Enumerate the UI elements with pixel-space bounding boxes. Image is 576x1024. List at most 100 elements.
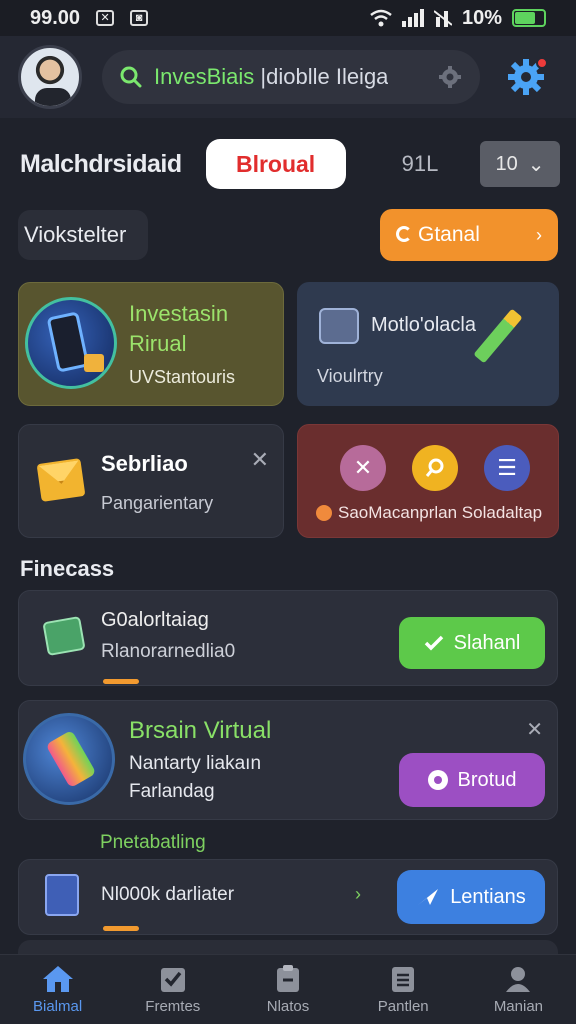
checklist-icon — [160, 968, 185, 992]
title-row: Malchdrsidaid Blroual 91L 10 ⌄ — [20, 138, 560, 190]
page-title: Malchdrsidaid — [20, 149, 182, 178]
search-input[interactable]: InvesBiais |dioblle Ileiga — [154, 64, 388, 90]
nav-item-checklist[interactable]: Fremtes — [115, 955, 230, 1024]
action-row: Viokstelter Gtanal › — [18, 209, 558, 261]
card-d-caption: SaoMacanprlan Soladaltap — [316, 503, 542, 523]
bottom-nav: Bialmal Fremtes Nlatos Pantlen Manian — [0, 954, 576, 1024]
nav-item-home[interactable]: Bialmal — [0, 955, 115, 1024]
section-title: Finecass — [20, 556, 115, 581]
document-icon — [392, 967, 415, 992]
nav-label: Manian — [493, 998, 544, 1015]
person-icon — [506, 967, 531, 992]
select-value: 10 — [495, 152, 518, 175]
chevron-right-icon: › — [536, 224, 542, 245]
card-a-title-line2: Rirual — [129, 331, 187, 356]
card-d-caption-text: SaoMacanprlan Soladaltap — [338, 503, 543, 522]
nav-item-tasks[interactable]: Nlatos — [230, 955, 345, 1024]
list-item-line3: Farlandag — [129, 781, 215, 802]
card-a-title: Investasin Rirual — [129, 299, 228, 359]
location-pin-icon — [427, 770, 448, 790]
list-item[interactable]: G0alorltaiag Rlanorarnedlia0 Slahanl — [18, 590, 558, 686]
list-item[interactable]: Nl000k darliater › Lentians — [18, 859, 558, 935]
chevron-right-icon[interactable]: › — [355, 884, 361, 905]
filter-pill[interactable]: Blroual — [205, 139, 346, 189]
search-text-rest: |dioblle Ileiga — [254, 64, 389, 89]
list-item-subtitle: Rlanorarnedlia0 — [101, 641, 236, 662]
pencil-icon — [473, 308, 523, 364]
nav-item-profile[interactable]: Manian — [461, 955, 576, 1024]
page-size-select[interactable]: 10 ⌄ — [480, 141, 560, 187]
battery-percent: 10% — [461, 6, 502, 29]
confirm-button-label: Slahanl — [453, 631, 521, 654]
signal-off-icon — [433, 10, 452, 27]
list-item-title: Brsain Virtual — [129, 717, 272, 744]
subsection-title: Pnetabatling — [100, 832, 206, 853]
envelope-icon — [36, 458, 86, 502]
nav-label: Bialmal — [33, 998, 83, 1015]
category-chip[interactable]: Viokstelter — [18, 210, 149, 260]
magnifier-icon — [425, 458, 444, 477]
nav-label: Fremtes — [145, 998, 201, 1015]
card-b-title: Motlo'olacla — [371, 314, 476, 336]
gallery-icon: ◙ — [130, 10, 149, 26]
notification-icon: ✕ — [96, 10, 115, 26]
chevron-down-icon: ⌄ — [527, 153, 545, 176]
image-edit-icon — [319, 308, 359, 344]
app-header: InvesBiais |dioblle Ileiga — [0, 36, 576, 118]
orange-action-button[interactable]: Gtanal › — [380, 209, 558, 261]
cancel-action-button[interactable]: ✕ — [340, 445, 386, 491]
progress-indicator — [103, 679, 139, 684]
search-bar[interactable]: InvesBiais |dioblle Ileiga — [102, 50, 480, 104]
send-button-label: Lentians — [450, 885, 526, 908]
category-chip-label: Viokstelter — [24, 222, 127, 247]
phone-icon — [25, 297, 117, 389]
card-c-subtitle: Pangarientary — [101, 493, 214, 513]
search-action-button[interactable] — [412, 445, 458, 491]
card-sebrliao[interactable]: Sebrliao Pangarientary ✕ — [18, 424, 284, 538]
list-item-title: G0alorltaiag — [101, 609, 209, 631]
list-item-title: Nl000k darliater — [101, 884, 235, 905]
status-time: 99.00 — [30, 6, 81, 29]
settings-button[interactable] — [506, 57, 548, 97]
wifi-icon — [370, 9, 392, 27]
status-bar: 99.00 ✕ ◙ 10% — [0, 0, 576, 36]
progress-indicator — [103, 926, 139, 931]
list-item-line2: Nantarty liakaın — [129, 753, 262, 774]
confirm-button[interactable]: Slahanl — [399, 617, 545, 669]
orange-action-label: Gtanal — [418, 223, 480, 246]
search-icon — [120, 66, 142, 88]
card-investasin[interactable]: Investasin Rirual UVStantouris — [18, 282, 284, 406]
card-quick-actions: ✕ ☰ SaoMacanprlan Soladaltap — [297, 424, 559, 538]
checkbox-card-icon — [42, 615, 86, 657]
avatar[interactable] — [18, 45, 82, 109]
tablet-icon — [45, 874, 79, 916]
home-icon — [42, 966, 73, 992]
item-count: 91L — [401, 151, 439, 176]
close-icon[interactable]: ✕ — [526, 717, 543, 742]
location-button[interactable]: Brotud — [399, 753, 545, 807]
nav-item-documents[interactable]: Pantlen — [346, 955, 461, 1024]
refresh-icon — [396, 226, 412, 242]
list-icon: ☰ — [497, 455, 517, 480]
signal-icon — [401, 9, 424, 27]
check-icon — [424, 635, 443, 651]
battery-icon — [512, 9, 546, 27]
nav-label: Nlatos — [266, 998, 310, 1015]
close-icon[interactable]: ✕ — [251, 447, 269, 473]
notification-dot — [536, 57, 548, 69]
card-motlo[interactable]: Motlo'olacla Vioulrtry — [297, 282, 559, 406]
bullet-icon — [316, 505, 332, 521]
filter-pill-label: Blroual — [235, 150, 316, 177]
card-a-subtitle: UVStantouris — [129, 367, 236, 387]
nav-label: Pantlen — [377, 998, 429, 1015]
brush-icon — [23, 713, 115, 805]
send-button[interactable]: Lentians — [397, 870, 545, 924]
card-b-subtitle: Vioulrtry — [317, 366, 383, 386]
location-button-label: Brotud — [457, 768, 517, 791]
task-icon — [277, 965, 299, 992]
search-text-accent: InvesBiais — [154, 64, 255, 89]
send-icon — [418, 889, 439, 905]
filter-gear-icon[interactable] — [438, 65, 462, 89]
list-item[interactable]: Brsain Virtual Nantarty liakaın Farlanda… — [18, 700, 558, 820]
document-action-button[interactable]: ☰ — [484, 445, 530, 491]
